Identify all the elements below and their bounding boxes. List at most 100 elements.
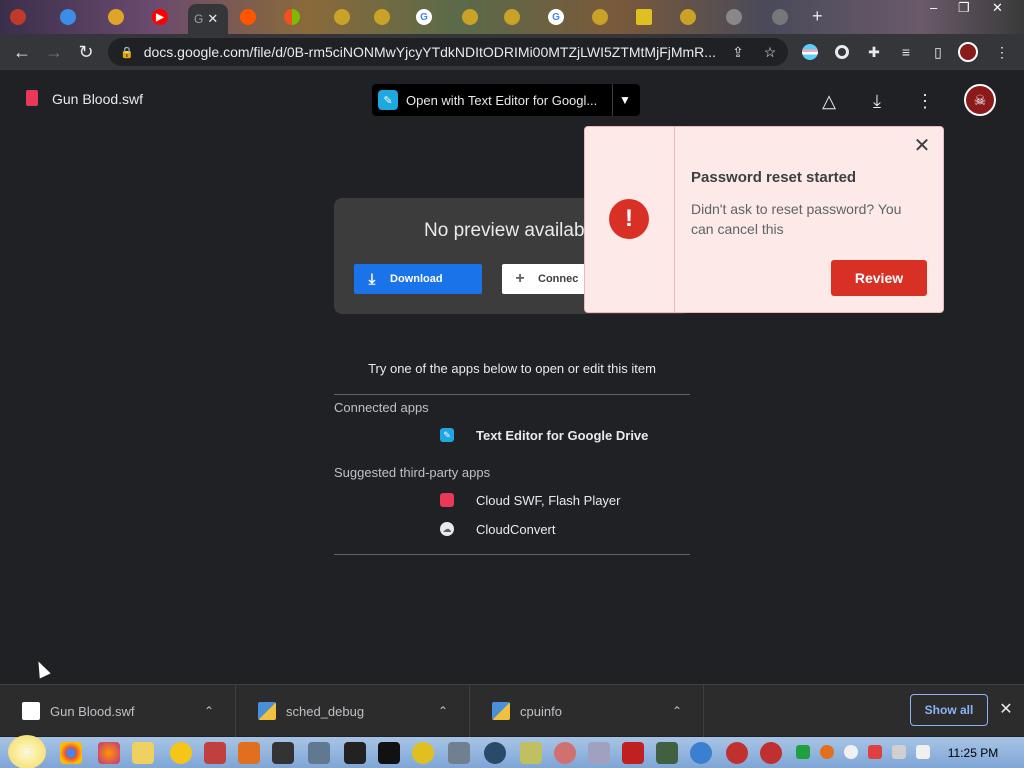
tab-2[interactable] — [54, 4, 92, 30]
tab-soundcloud[interactable] — [234, 4, 272, 30]
add-to-drive-icon[interactable]: △ — [818, 90, 840, 112]
start-button[interactable]: ☺ — [8, 735, 46, 768]
tab-google-2[interactable]: G — [542, 4, 580, 30]
profile-avatar-icon[interactable] — [958, 42, 978, 62]
app-icon[interactable] — [308, 742, 330, 764]
review-button[interactable]: Review — [831, 260, 927, 296]
back-icon[interactable]: ← — [10, 40, 34, 64]
forward-icon[interactable]: → — [42, 40, 66, 64]
address-url: docs.google.com/file/d/0B-rm5ciNONMwYjcy… — [143, 44, 716, 60]
close-icon[interactable]: ✕ — [911, 135, 933, 157]
firefox-icon[interactable] — [98, 742, 120, 764]
extension-flag-icon[interactable] — [800, 42, 820, 62]
download-item[interactable]: sched_debug ⌃ — [236, 685, 470, 737]
alert-icon: ! — [609, 199, 649, 239]
app-icon[interactable] — [588, 742, 610, 764]
close-shelf-icon[interactable]: ✕ — [996, 699, 1016, 719]
download-button[interactable]: ⤓ Download — [354, 264, 482, 294]
tray-icon[interactable] — [844, 745, 858, 759]
tab-17[interactable] — [720, 4, 758, 30]
address-bar[interactable]: 🔒 docs.google.com/file/d/0B-rm5ciNONMwYj… — [108, 38, 788, 66]
disc-icon[interactable] — [484, 742, 506, 764]
download-item[interactable]: Gun Blood.swf ⌃ — [0, 685, 236, 737]
show-all-button[interactable]: Show all — [910, 694, 988, 726]
connect-label: Connec — [538, 273, 579, 285]
avatar[interactable]: ☠ — [964, 84, 996, 116]
tab-9[interactable] — [368, 4, 406, 30]
search-app-icon[interactable] — [238, 742, 260, 764]
tab-16[interactable] — [674, 4, 712, 30]
tray-network-icon[interactable] — [868, 745, 882, 759]
tab-active[interactable]: G ✕ — [188, 4, 228, 34]
extension-search-icon[interactable] — [832, 42, 852, 62]
chevron-up-icon[interactable]: ⌃ — [199, 704, 219, 718]
emoji-app-icon[interactable] — [170, 742, 192, 764]
monitor-app-icon[interactable] — [344, 742, 366, 764]
download-item[interactable]: cpuinfo ⌃ — [470, 685, 704, 737]
tab-3[interactable] — [102, 4, 140, 30]
bookmark-star-icon[interactable]: ☆ — [760, 42, 780, 62]
tab-1[interactable] — [4, 4, 42, 30]
tab-favicon — [592, 9, 608, 25]
lock-icon: 🔒 — [120, 46, 134, 59]
app-name: CloudConvert — [476, 521, 556, 537]
7zip-icon[interactable] — [272, 742, 294, 764]
tray-icon[interactable] — [892, 745, 906, 759]
more-options-icon[interactable]: ⋮ — [914, 90, 936, 112]
tab-14[interactable] — [586, 4, 624, 30]
app-icon[interactable] — [656, 742, 678, 764]
shield-icon[interactable] — [412, 742, 434, 764]
download-icon: ⤓ — [368, 270, 376, 288]
tray-icon[interactable] — [796, 745, 810, 759]
terminal-icon[interactable] — [378, 742, 400, 764]
app-item-text-editor[interactable]: ✎ Text Editor for Google Drive — [440, 426, 648, 444]
app-icon[interactable] — [690, 742, 712, 764]
flash-icon[interactable] — [622, 742, 644, 764]
popup-body: Didn't ask to reset password? You can ca… — [691, 201, 902, 237]
chevron-up-icon[interactable]: ⌃ — [667, 704, 687, 718]
window-app-icon[interactable] — [448, 742, 470, 764]
app-icon[interactable] — [554, 742, 576, 764]
puzzle-icon[interactable]: ✚ — [864, 42, 884, 62]
angry-birds-icon[interactable] — [726, 742, 748, 764]
app-item-cloudconvert[interactable]: ☁ CloudConvert — [440, 520, 556, 538]
minimize-icon[interactable]: – — [930, 0, 937, 18]
tab-favicon — [374, 9, 390, 25]
share-icon[interactable]: ⇪ — [728, 42, 748, 62]
reload-icon[interactable]: ↻ — [74, 40, 98, 64]
tab-11[interactable] — [456, 4, 494, 30]
tab-microsoft[interactable] — [278, 4, 316, 30]
angry-birds-icon[interactable] — [760, 742, 782, 764]
download-icon[interactable]: ⤓ — [866, 90, 888, 112]
side-panel-icon[interactable]: ▯ — [928, 42, 948, 62]
window-close-icon[interactable]: ✕ — [992, 0, 1003, 18]
new-tab-icon[interactable]: + — [812, 6, 823, 27]
chrome-icon[interactable] — [60, 742, 82, 764]
browser-menu-icon[interactable]: ⋮ — [992, 42, 1012, 62]
clock[interactable]: 11:25 PM — [942, 746, 1004, 760]
tray-search-icon[interactable] — [820, 745, 834, 759]
chevron-up-icon[interactable]: ⌃ — [433, 704, 453, 718]
close-tab-icon[interactable]: ✕ — [207, 11, 218, 27]
restore-icon[interactable]: ❐ — [958, 0, 970, 18]
open-with-button[interactable]: ✎ Open with Text Editor for Googl... ▼ — [372, 84, 640, 116]
tab-strip: ▶ G ✕ G G + – ❐ ✕ — [0, 0, 1024, 34]
tab-8[interactable] — [328, 4, 366, 30]
app-item-cloud-swf[interactable]: Cloud SWF, Flash Player — [440, 491, 621, 509]
tab-youtube[interactable]: ▶ — [146, 4, 184, 30]
notepad-icon[interactable] — [520, 742, 542, 764]
tab-favicon — [60, 9, 76, 25]
chevron-down-icon[interactable]: ▼ — [613, 93, 637, 107]
tab-18[interactable] — [766, 4, 804, 30]
tab-favicon — [462, 9, 478, 25]
folder-icon[interactable] — [132, 742, 154, 764]
app-icon[interactable] — [204, 742, 226, 764]
tab-15[interactable] — [630, 4, 668, 30]
suggested-apps-label: Suggested third-party apps — [334, 465, 491, 480]
tab-google-1[interactable]: G — [410, 4, 448, 30]
download-name: sched_debug — [286, 703, 365, 719]
media-queue-icon[interactable]: ≡ — [896, 42, 916, 62]
taskbar: ☺ 11:25 PM — [0, 735, 1024, 768]
tab-12[interactable] — [498, 4, 536, 30]
volume-icon[interactable] — [916, 745, 930, 759]
